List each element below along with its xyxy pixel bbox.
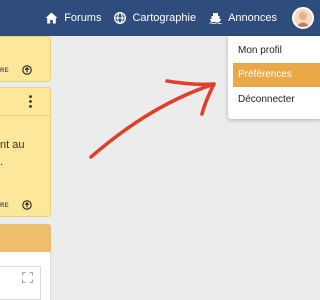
annotation-arrow bbox=[89, 79, 216, 159]
